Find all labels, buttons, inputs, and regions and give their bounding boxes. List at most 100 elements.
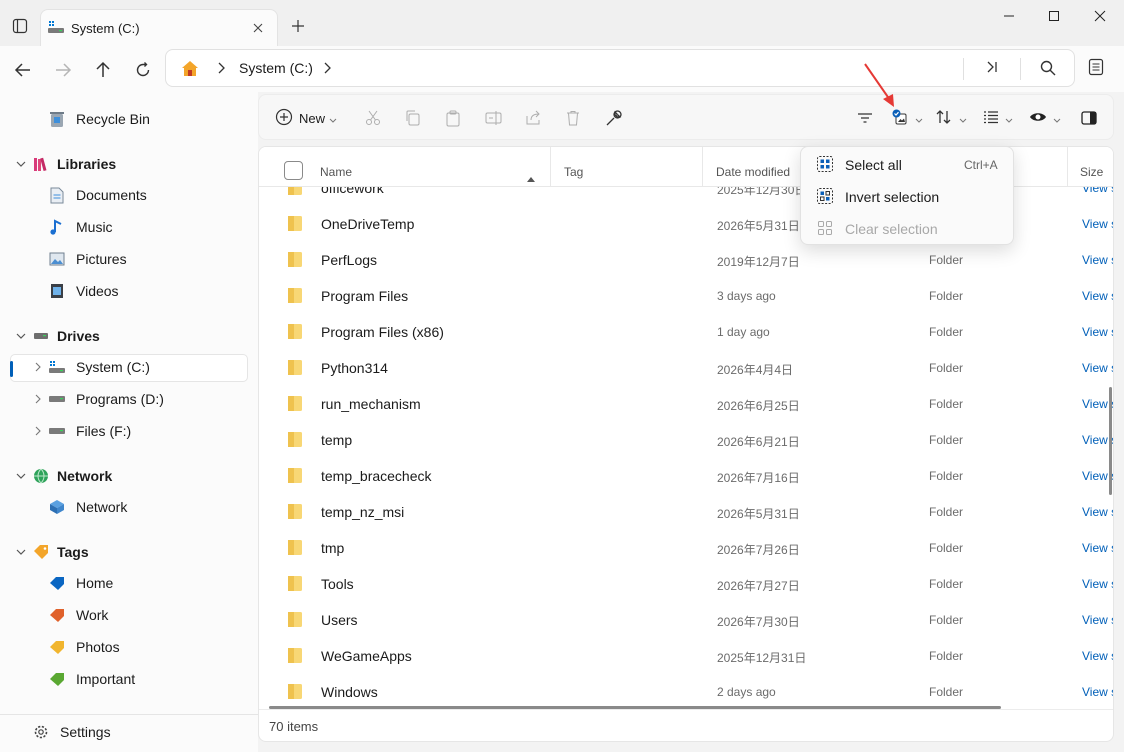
view-options-button[interactable] [1029, 107, 1061, 129]
folder-icon [287, 611, 303, 631]
view-size-link[interactable]: View s [1082, 253, 1113, 267]
column-divider[interactable] [702, 147, 703, 187]
list-item[interactable]: Program Files 3 days ago Folder View s [259, 278, 1113, 314]
breadcrumb-system-c[interactable]: System (C:) [239, 60, 313, 76]
sidebar-item-music[interactable]: Music [48, 214, 113, 240]
address-path-box[interactable]: System (C:) [165, 49, 1075, 87]
share-icon[interactable] [525, 107, 541, 129]
column-divider[interactable] [1067, 147, 1068, 187]
list-item[interactable]: tmp 2026年7月26日 Folder View s [259, 530, 1113, 566]
column-header-tag[interactable]: Tag [564, 165, 583, 179]
copy-icon[interactable] [405, 107, 421, 129]
maximize-icon[interactable] [1031, 4, 1077, 28]
file-name: temp_bracecheck [321, 468, 432, 484]
list-item[interactable]: temp_nz_msi 2026年5月31日 Folder View s [259, 494, 1113, 530]
sidebar-section-drives[interactable]: Drives [32, 323, 100, 349]
sidebar-item-files-f[interactable]: Files (F:) [48, 418, 131, 444]
list-item[interactable]: temp_bracecheck 2026年7月16日 Folder View s [259, 458, 1113, 494]
rename-icon[interactable] [485, 107, 502, 129]
delete-icon[interactable] [565, 107, 581, 129]
view-size-link[interactable]: View s [1082, 217, 1113, 231]
list-item[interactable]: WeGameApps 2025年12月31日 Folder View s [259, 638, 1113, 674]
sidebar-item-tag-important[interactable]: Important [48, 666, 135, 692]
sidebar-section-network[interactable]: Network [32, 463, 112, 489]
settings-button[interactable]: Settings [32, 719, 111, 745]
menu-item-select-all[interactable]: Select all Ctrl+A [801, 149, 1015, 179]
filter-icon[interactable] [857, 107, 873, 129]
view-size-link[interactable]: View s [1082, 577, 1113, 591]
list-item[interactable]: temp 2026年6月21日 Folder View s [259, 422, 1113, 458]
properties-icon[interactable] [605, 107, 622, 129]
paste-icon[interactable] [445, 107, 461, 129]
list-item[interactable]: Python314 2026年4月4日 Folder View s [259, 350, 1113, 386]
chevron-right-icon[interactable] [32, 361, 44, 373]
chevron-right-icon[interactable] [32, 393, 44, 405]
close-icon[interactable] [1077, 4, 1123, 28]
view-size-link[interactable]: View s [1082, 613, 1113, 627]
sidebar-item-pictures[interactable]: Pictures [48, 246, 127, 272]
sort-button[interactable] [935, 107, 967, 129]
sidebar-section-tags[interactable]: Tags [32, 539, 89, 565]
forward-icon[interactable] [49, 56, 77, 84]
select-all-checkbox[interactable] [284, 161, 303, 180]
menu-item-clear-selection[interactable]: Clear selection [801, 213, 1015, 243]
list-item[interactable]: Windows 2 days ago Folder View s [259, 674, 1113, 710]
cut-icon[interactable] [365, 107, 381, 129]
tab-switcher-icon[interactable] [8, 14, 32, 38]
new-button[interactable]: New [275, 107, 337, 129]
sidebar-item-tag-work[interactable]: Work [48, 602, 108, 628]
column-header-name[interactable]: Name [320, 165, 352, 179]
sidebar-item-recycle-bin[interactable]: Recycle Bin [48, 106, 150, 132]
list-item[interactable]: PerfLogs 2019年12月7日 Folder View s [259, 242, 1113, 278]
sidebar-item-system-c[interactable]: System (C:) [48, 354, 150, 380]
list-item[interactable]: Tools 2026年7月27日 Folder View s [259, 566, 1113, 602]
back-icon[interactable] [9, 56, 37, 84]
chevron-down-icon[interactable] [15, 330, 27, 342]
view-size-link[interactable]: View s [1082, 649, 1113, 663]
close-tab-icon[interactable] [249, 19, 267, 37]
new-tab-button[interactable] [288, 16, 308, 36]
view-size-link[interactable]: View s [1082, 505, 1113, 519]
sidebar-item-tag-photos[interactable]: Photos [48, 634, 120, 660]
sidebar-item-tag-home[interactable]: Home [48, 570, 113, 596]
list-item[interactable]: Users 2026年7月30日 Folder View s [259, 602, 1113, 638]
toggle-preview-pane-icon[interactable] [1081, 107, 1097, 129]
view-size-link[interactable]: View s [1082, 289, 1113, 303]
drive-icon [48, 422, 66, 440]
view-size-link[interactable]: View s [1082, 325, 1113, 339]
menu-item-invert-selection[interactable]: Invert selection [801, 181, 1015, 211]
file-type: Folder [929, 433, 964, 447]
vertical-scrollbar[interactable] [1109, 387, 1112, 495]
sidebar-section-libraries[interactable]: Libraries [32, 151, 116, 177]
view-size-link[interactable]: View s [1082, 541, 1113, 555]
list-item[interactable]: run_mechanism 2026年6月25日 Folder View s [259, 386, 1113, 422]
chevron-right-icon[interactable] [322, 61, 332, 78]
home-icon[interactable] [181, 60, 199, 80]
column-divider[interactable] [550, 147, 551, 187]
chevron-down-icon[interactable] [15, 546, 27, 558]
file-name: WeGameApps [321, 648, 412, 664]
selection-options-button[interactable] [891, 107, 923, 129]
sidebar-item-network[interactable]: Network [48, 494, 127, 520]
search-icon[interactable] [1040, 60, 1056, 79]
view-size-link[interactable]: View s [1082, 685, 1113, 699]
collapse-path-icon[interactable] [984, 60, 1000, 77]
column-header-size[interactable]: Size [1080, 165, 1103, 179]
up-icon[interactable] [89, 56, 117, 84]
chevron-right-icon[interactable] [32, 425, 44, 437]
view-size-link[interactable]: View s [1082, 361, 1113, 375]
minimize-icon[interactable] [986, 4, 1032, 28]
chevron-down-icon[interactable] [15, 158, 27, 170]
sidebar-item-documents[interactable]: Documents [48, 182, 147, 208]
chevron-down-icon[interactable] [15, 470, 27, 482]
column-header-date-modified[interactable]: Date modified [716, 165, 790, 179]
sidebar-item-videos[interactable]: Videos [48, 278, 119, 304]
shelf-icon[interactable] [1088, 58, 1104, 79]
sidebar-item-label: Network [76, 499, 128, 515]
list-item[interactable]: Program Files (x86) 1 day ago Folder Vie… [259, 314, 1113, 350]
sidebar-item-programs-d[interactable]: Programs (D:) [48, 386, 164, 412]
tab-system-c[interactable]: System (C:) [40, 9, 278, 46]
chevron-right-icon[interactable] [216, 61, 226, 78]
layout-button[interactable] [983, 107, 1013, 129]
refresh-icon[interactable] [129, 56, 157, 84]
